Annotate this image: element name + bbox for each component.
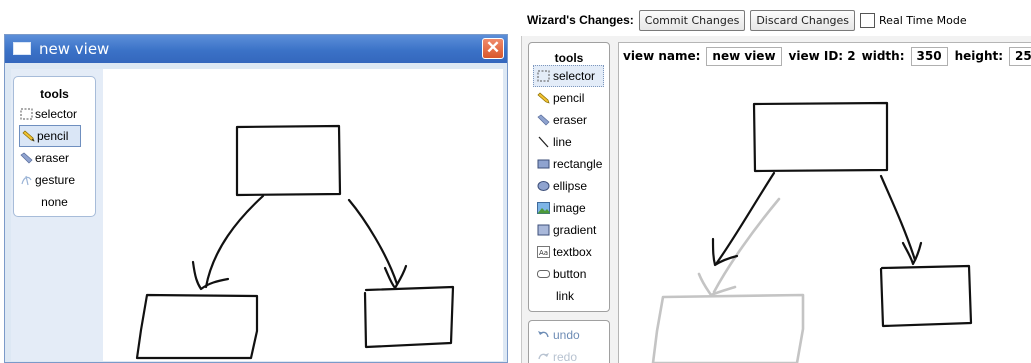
sketch-bottom-right-box [879, 264, 973, 328]
right-tool-selector-label: selector [553, 69, 596, 83]
button-icon [537, 270, 550, 278]
view-name-field[interactable]: new view [706, 46, 782, 66]
right-tool-button-label: button [553, 267, 587, 281]
left-tool-gesture-label: gesture [35, 173, 76, 187]
right-tool-eraser[interactable]: eraser [529, 109, 609, 131]
ghost-bottom-left-box [651, 293, 805, 363]
right-tool-line-label: line [553, 135, 572, 149]
left-sketch-drawing [135, 124, 455, 360]
line-icon [538, 136, 549, 148]
discard-changes-button[interactable]: Discard Changes [750, 9, 856, 31]
sketch-right-arrow [347, 198, 399, 286]
redo-label: redo [553, 350, 578, 363]
close-button[interactable]: ✕ [482, 38, 504, 59]
right-sketch-drawing [651, 101, 973, 363]
sketch-left-arrow [714, 171, 776, 266]
wizard-editor-panel: tools selector pencil eraser line rectan… [521, 36, 1031, 363]
left-tool-selector[interactable]: selector [14, 103, 95, 125]
right-toolbox: tools selector pencil eraser line rectan… [528, 42, 610, 312]
undo-button[interactable]: undo [529, 324, 609, 346]
view-name-label: view name: [623, 49, 701, 63]
right-tool-link[interactable]: link [529, 285, 609, 307]
right-tool-ellipse[interactable]: ellipse [529, 175, 609, 197]
sketch-left-arrow [204, 194, 265, 289]
height-field[interactable]: 250 [1009, 46, 1031, 66]
gradient-icon [537, 224, 550, 236]
rectangle-icon [537, 159, 550, 169]
window-titlebar[interactable]: new view ✕ [5, 35, 507, 63]
left-sketch-canvas[interactable] [103, 69, 503, 361]
right-tool-gradient-label: gradient [553, 223, 597, 237]
right-tool-gradient[interactable]: gradient [529, 219, 609, 241]
real-time-mode-label: Real Time Mode [879, 13, 967, 27]
gesture-icon [21, 175, 32, 186]
right-tool-ellipse-label: ellipse [553, 179, 588, 193]
pencil-icon [537, 92, 550, 104]
history-toolbox: undo redo [528, 320, 610, 363]
redo-icon [538, 353, 549, 360]
left-toolbox-title: tools [40, 87, 69, 101]
right-tool-link-label: link [556, 289, 575, 303]
sketch-bottom-right-box [363, 285, 455, 349]
sketch-bottom-left-box [135, 293, 259, 360]
right-tool-image-label: image [553, 201, 586, 215]
left-tool-selector-label: selector [35, 107, 78, 121]
eraser-icon [20, 152, 33, 164]
right-sketch-area[interactable] [619, 69, 1031, 363]
sketch-top-box [235, 124, 342, 197]
width-label: width: [861, 49, 905, 63]
undo-label: undo [553, 328, 580, 342]
view-properties-bar: view name: new view view ID: 2 width: 35… [619, 43, 1031, 69]
left-tool-pencil-label: pencil [37, 129, 69, 143]
textbox-icon: Aa [537, 246, 550, 258]
right-tool-image[interactable]: image [529, 197, 609, 219]
eraser-icon [537, 114, 550, 126]
ellipse-icon [537, 181, 550, 191]
undo-icon [538, 331, 549, 338]
left-tool-panel: tools selector pencil eraser gesture non… [11, 69, 103, 361]
right-tool-pencil[interactable]: pencil [529, 87, 609, 109]
left-tool-eraser[interactable]: eraser [14, 147, 95, 169]
right-tool-pencil-label: pencil [553, 91, 585, 105]
right-tool-button[interactable]: button [529, 263, 609, 285]
left-toolbox: tools selector pencil eraser gesture non… [13, 76, 96, 217]
svg-text:Aa: Aa [539, 249, 548, 257]
window-title: new view [39, 40, 110, 58]
left-tool-eraser-label: eraser [35, 151, 70, 165]
left-tool-none-label: none [41, 195, 68, 209]
height-label: height: [954, 49, 1004, 63]
window-body: tools selector pencil eraser gesture non… [11, 69, 503, 361]
commit-changes-button[interactable]: Commit Changes [638, 9, 746, 31]
right-tool-line[interactable]: line [529, 131, 609, 153]
right-toolbox-title: tools [554, 51, 584, 65]
selector-icon [20, 108, 33, 120]
left-tool-pencil[interactable]: pencil [19, 125, 81, 147]
sketch-right-arrow [879, 174, 917, 262]
real-time-mode-checkbox[interactable] [860, 12, 876, 28]
window-icon [13, 42, 31, 55]
right-tool-rectangle-label: rectangle [553, 157, 603, 171]
sketch-top-box [752, 101, 889, 173]
image-icon [537, 202, 550, 214]
right-view-canvas: view name: new view view ID: 2 width: 35… [618, 42, 1031, 363]
ghost-left-arrow [712, 197, 781, 294]
width-field[interactable]: 350 [910, 46, 948, 66]
left-tool-none[interactable]: none [14, 191, 95, 213]
wizard-changes-bar: Wizard's Changes: Commit Changes Discard… [527, 8, 967, 32]
right-tool-eraser-label: eraser [553, 113, 588, 127]
right-tool-selector[interactable]: selector [533, 65, 604, 87]
right-tool-textbox-label: textbox [553, 245, 592, 259]
view-id-label: view ID: 2 [788, 49, 856, 63]
wizard-changes-label: Wizard's Changes: [527, 13, 634, 27]
redo-button[interactable]: redo [529, 346, 609, 363]
right-tool-textbox[interactable]: Aa textbox [529, 241, 609, 263]
pencil-icon [22, 130, 35, 142]
left-tool-gesture[interactable]: gesture [14, 169, 95, 191]
right-tool-rectangle[interactable]: rectangle [529, 153, 609, 175]
sketch-window: new view ✕ tools selector pencil eraser [4, 34, 508, 363]
sketch-left-arrowhead [191, 260, 230, 291]
selector-icon [537, 70, 550, 82]
